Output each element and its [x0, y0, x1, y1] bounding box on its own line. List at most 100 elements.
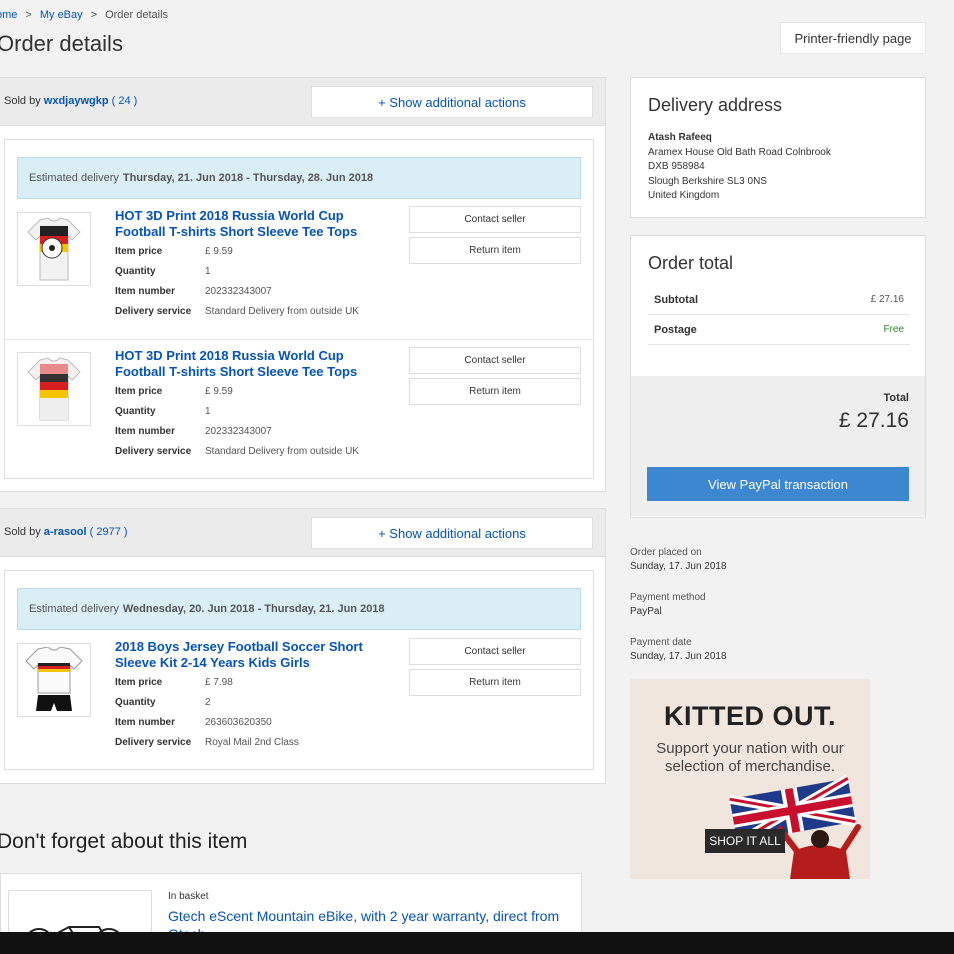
subtotal-row: Subtotal £ 27.16 — [648, 285, 910, 315]
show-additional-actions-button[interactable]: + Show additional actions — [311, 86, 593, 118]
item-price-value: £ 7.98 — [205, 677, 233, 688]
item-price-label: Item price — [115, 677, 163, 688]
estimated-delivery-banner: Estimated delivery Thursday, 21. Jun 201… — [17, 157, 581, 199]
tshirt-image — [27, 357, 81, 421]
item-title-link[interactable]: HOT 3D Print 2018 Russia World Cup Footb… — [115, 348, 395, 380]
quantity-value: 1 — [205, 266, 211, 277]
item-price-value: £ 9.59 — [205, 246, 233, 257]
show-additional-actions-button[interactable]: + Show additional actions — [311, 517, 593, 549]
sold-by-label: Sold by — [4, 95, 41, 107]
item-thumbnail[interactable] — [17, 643, 91, 717]
payment-date-label: Payment date — [630, 637, 692, 648]
delivery-service-label: Delivery service — [115, 306, 192, 317]
address-line: Slough Berkshire SL3 0NS — [648, 175, 767, 187]
quantity-label: Quantity — [115, 406, 156, 417]
subtotal-label: Subtotal — [654, 293, 698, 306]
seller-header: Sold by wxdjaywgkp ( 24 ) + Show additio… — [0, 78, 605, 126]
delivery-address: Atash Rafeeq Aramex House Old Bath Road … — [648, 131, 831, 204]
payment-method-value: PayPal — [630, 606, 662, 617]
taskbar — [0, 932, 954, 954]
item-title-link[interactable]: HOT 3D Print 2018 Russia World Cup Footb… — [115, 208, 395, 240]
quantity-label: Quantity — [115, 266, 156, 277]
order-placed-info: Order placed on Sunday, 17. Jun 2018 — [630, 546, 727, 574]
quantity-value: 1 — [205, 406, 211, 417]
contact-seller-button[interactable]: Contact seller — [409, 347, 581, 374]
return-item-button[interactable]: Return item — [409, 378, 581, 405]
item-title-link[interactable]: 2018 Boys Jersey Football Soccer Short S… — [115, 639, 395, 671]
shop-it-all-button[interactable]: SHOP IT ALL — [705, 829, 785, 853]
delivery-service-label: Delivery service — [115, 446, 192, 457]
delivery-service-value: Standard Delivery from outside UK — [205, 446, 359, 457]
contact-seller-button[interactable]: Contact seller — [409, 638, 581, 665]
payment-date-info: Payment date Sunday, 17. Jun 2018 — [630, 636, 727, 664]
return-item-button[interactable]: Return item — [409, 237, 581, 264]
printer-friendly-button[interactable]: Printer-friendly page — [780, 22, 926, 54]
order-placed-label: Order placed on — [630, 547, 702, 558]
seller-feedback-link[interactable]: ( 2977 ) — [90, 526, 128, 538]
estimated-delivery-label: Estimated delivery — [29, 172, 119, 184]
seller-name-link[interactable]: wxdjaywgkp — [44, 95, 109, 107]
breadcrumb-myebay-link[interactable]: My eBay — [40, 9, 83, 21]
estimated-delivery-dates: Thursday, 21. Jun 2018 - Thursday, 28. J… — [122, 172, 374, 184]
order-item: HOT 3D Print 2018 Russia World Cup Footb… — [5, 200, 593, 340]
estimated-delivery-label: Estimated delivery — [29, 603, 119, 615]
item-price-value: £ 9.59 — [205, 386, 233, 397]
item-number-value: 263603620350 — [205, 717, 272, 728]
return-item-button[interactable]: Return item — [409, 669, 581, 696]
payment-method-label: Payment method — [630, 592, 706, 603]
seller-section: Sold by a-rasool ( 2977 ) + Show additio… — [0, 508, 606, 784]
address-country: United Kingdom — [648, 190, 720, 201]
delivery-address-panel: Delivery address Atash Rafeeq Aramex Hou… — [630, 77, 926, 218]
breadcrumb-separator: > — [25, 9, 32, 21]
contact-seller-button[interactable]: Contact seller — [409, 206, 581, 233]
subtotal-value: £ 27.16 — [870, 294, 904, 305]
item-number-label: Item number — [115, 426, 176, 437]
delivery-address-heading: Delivery address — [648, 95, 783, 115]
tshirt-image — [27, 217, 81, 281]
order-total-heading: Order total — [648, 253, 734, 273]
estimated-delivery-banner: Estimated delivery Wednesday, 20. Jun 20… — [17, 588, 581, 630]
quantity-value: 2 — [205, 697, 211, 708]
quantity-label: Quantity — [115, 697, 156, 708]
sold-by: Sold by wxdjaywgkp ( 24 ) — [4, 95, 137, 107]
estimated-delivery-dates: Wednesday, 20. Jun 2018 - Thursday, 21. … — [122, 603, 385, 615]
breadcrumb-current: Order details — [105, 9, 169, 21]
dont-forget-heading: Don't forget about this item — [0, 830, 248, 853]
order-card: Estimated delivery Wednesday, 20. Jun 20… — [4, 570, 594, 770]
seller-header: Sold by a-rasool ( 2977 ) + Show additio… — [0, 509, 605, 557]
sold-by-label: Sold by — [4, 526, 41, 538]
order-item: 2018 Boys Jersey Football Soccer Short S… — [5, 631, 593, 771]
seller-section: Sold by wxdjaywgkp ( 24 ) + Show additio… — [0, 77, 606, 492]
order-item: HOT 3D Print 2018 Russia World Cup Footb… — [5, 339, 593, 479]
delivery-service-label: Delivery service — [115, 737, 192, 748]
item-price-label: Item price — [115, 246, 163, 257]
address-line: Aramex House Old Bath Road Colnbrook — [648, 146, 831, 158]
item-number-value: 202332343007 — [205, 286, 272, 297]
item-thumbnail[interactable] — [17, 352, 91, 426]
order-total-panel: Order total Subtotal £ 27.16 Postage Fre… — [630, 235, 926, 518]
order-card: Estimated delivery Thursday, 21. Jun 201… — [4, 139, 594, 479]
view-paypal-transaction-button[interactable]: View PayPal transaction — [647, 467, 909, 501]
total-label: Total — [883, 392, 909, 404]
sold-by: Sold by a-rasool ( 2977 ) — [4, 526, 128, 538]
breadcrumb-home-link[interactable]: ome — [0, 9, 17, 21]
total-zone: Total £ 27.16 View PayPal transaction — [631, 376, 925, 516]
seller-feedback-link[interactable]: ( 24 ) — [112, 95, 138, 107]
jersey-kit-image — [25, 647, 83, 711]
item-number-label: Item number — [115, 717, 176, 728]
breadcrumb: ome > My eBay > Order details — [0, 9, 168, 21]
promo-banner[interactable]: KITTED OUT. Support your nation with our… — [630, 679, 870, 879]
item-price-label: Item price — [115, 386, 163, 397]
seller-name-link[interactable]: a-rasool — [44, 526, 87, 538]
breadcrumb-separator: > — [90, 9, 98, 21]
payment-method-info: Payment method PayPal — [630, 591, 706, 619]
delivery-service-value: Standard Delivery from outside UK — [205, 306, 359, 317]
postage-value: Free — [883, 324, 904, 335]
item-number-value: 202332343007 — [205, 426, 272, 437]
address-line: DXB 958984 — [648, 161, 705, 172]
item-thumbnail[interactable] — [17, 212, 91, 286]
page-title: Order details — [0, 31, 123, 56]
order-placed-value: Sunday, 17. Jun 2018 — [630, 561, 727, 572]
postage-row: Postage Free — [648, 315, 910, 345]
recipient-name: Atash Rafeeq — [648, 132, 712, 143]
